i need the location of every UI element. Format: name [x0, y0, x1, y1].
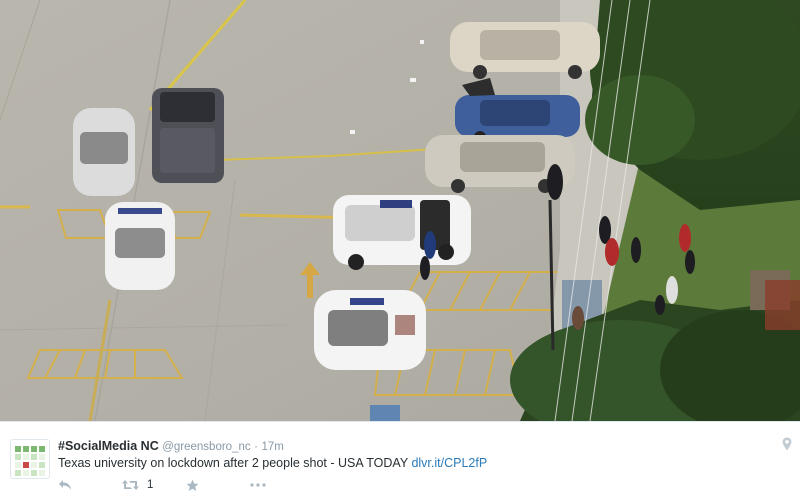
- tweet-header: #SocialMedia NC @greensboro_nc · 17m: [58, 439, 284, 455]
- author-handle[interactable]: @greensboro_nc: [162, 441, 250, 453]
- tweet-card: #SocialMedia NC @greensboro_nc · 17m Tex…: [0, 421, 800, 498]
- separator: ·: [254, 441, 258, 453]
- location-pin-icon[interactable]: [782, 437, 792, 451]
- tweet-link[interactable]: dlvr.it/CPL2fP: [411, 456, 487, 470]
- reply-button[interactable]: [58, 477, 72, 493]
- police-suv: [333, 195, 471, 270]
- more-button[interactable]: [250, 477, 266, 493]
- car-white-left: [73, 108, 135, 196]
- aerial-parking-lot-image: [0, 0, 800, 421]
- favorite-button[interactable]: [186, 477, 199, 493]
- tweet-actions: 1: [58, 477, 358, 493]
- tweet-photo[interactable]: [0, 0, 800, 421]
- more-icon: [250, 483, 266, 487]
- tweet-text: Texas university on lockdown after 2 peo…: [58, 455, 487, 471]
- star-icon: [186, 479, 199, 491]
- avatar[interactable]: [10, 439, 50, 479]
- police-car-bottom: [314, 290, 426, 370]
- retweet-button[interactable]: 1: [122, 477, 153, 493]
- retweet-count: 1: [147, 479, 154, 491]
- reply-icon: [59, 480, 71, 490]
- pickup-truck: [152, 88, 224, 183]
- author-name[interactable]: #SocialMedia NC: [58, 439, 159, 453]
- timestamp[interactable]: 17m: [261, 441, 283, 453]
- retweet-icon: [122, 480, 139, 490]
- car-white-top-right: [450, 22, 600, 79]
- tweet-body: Texas university on lockdown after 2 peo…: [58, 456, 412, 470]
- police-car-left: [105, 202, 175, 290]
